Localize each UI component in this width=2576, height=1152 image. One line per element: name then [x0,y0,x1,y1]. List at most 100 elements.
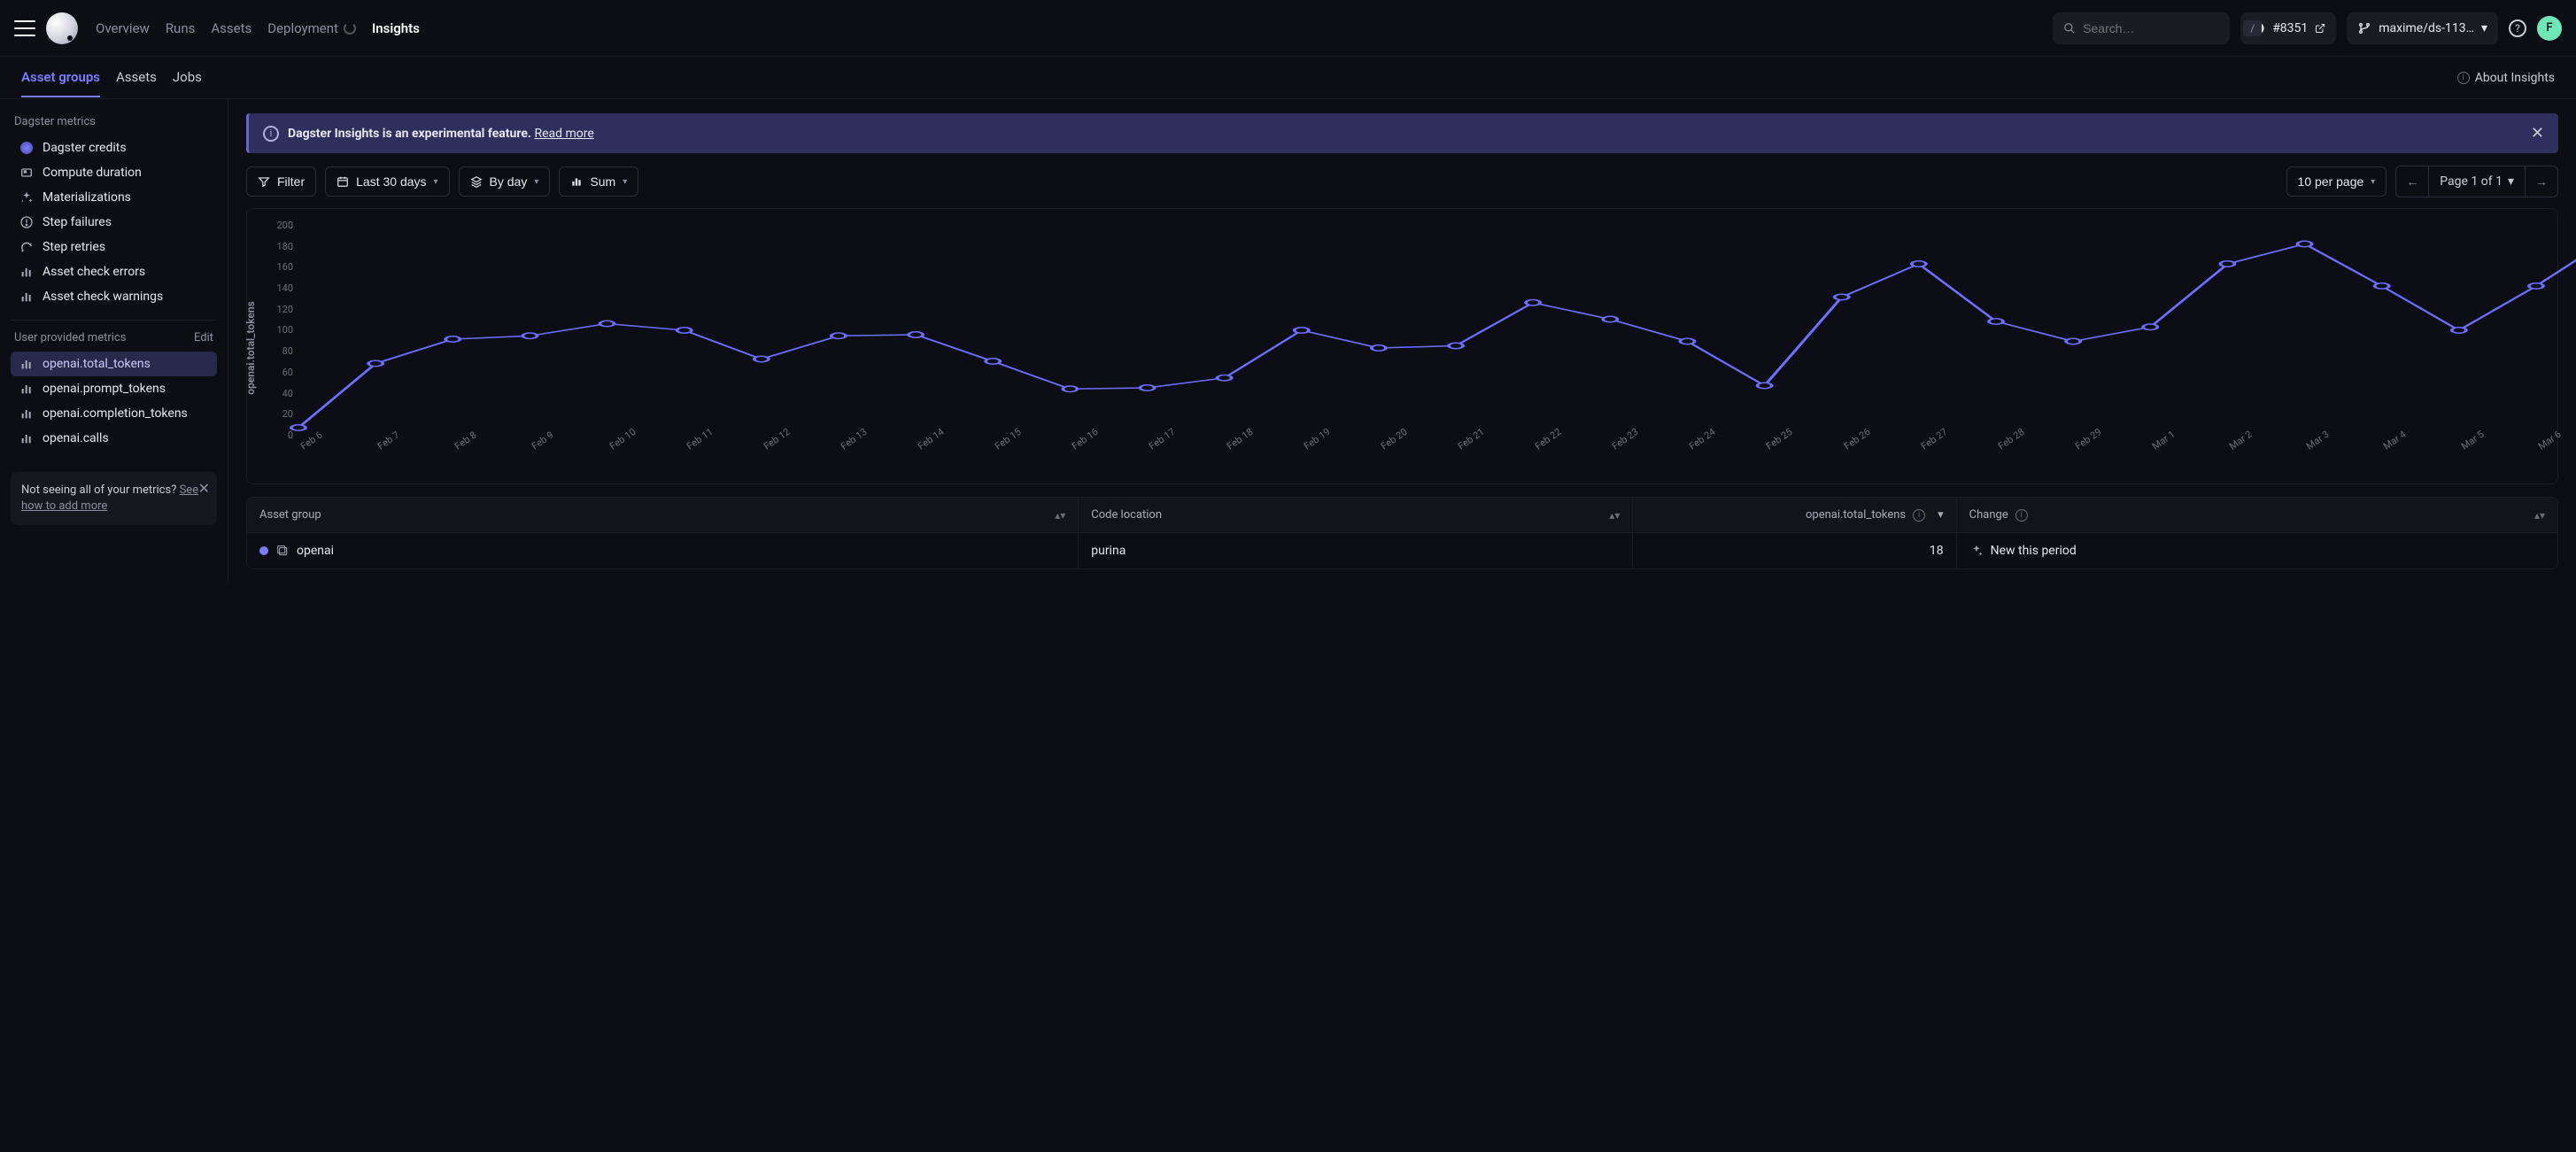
change-value: New this period [1991,544,2077,558]
sidebar-item-openai-completion_tokens[interactable]: openai.completion_tokens [11,401,217,426]
nav-links: Overview Runs Assets Deployment Insights [96,20,420,36]
color-dot [259,546,268,555]
bars-icon [19,382,34,396]
code-location-name: purina [1091,544,1126,558]
metric-value: 18 [1930,544,1944,558]
chevron-down-icon: ▾ [2371,177,2375,187]
sidebar-heading-dagster: Dagster metrics [14,115,213,128]
subtabs: Asset groups Assets Jobs [21,58,202,97]
sidebar-item-dagster-credits[interactable]: Dagster credits [11,135,217,160]
credits-icon [19,141,34,155]
nav-overview[interactable]: Overview [96,20,150,36]
sidebar-item-label: Asset check warnings [43,290,163,304]
error-icon [19,215,34,229]
branch-pill[interactable]: maxime/ds-113… ▾ [2347,12,2498,44]
th-change[interactable]: Change i ▴▾ [1957,498,2557,532]
nav-deployment-label: Deployment [267,20,338,36]
tab-jobs[interactable]: Jobs [173,58,202,97]
toolbar: Filter Last 30 days ▾ By day ▾ Sum ▾ 10 … [246,166,2558,197]
date-range-button[interactable]: Last 30 days ▾ [325,166,449,197]
sidebar-item-step-retries[interactable]: Step retries [11,235,217,259]
menu-icon[interactable] [14,18,35,39]
info-icon: i [263,126,279,142]
nav-runs[interactable]: Runs [166,20,196,36]
sidebar-item-label: Materializations [43,190,131,205]
stack-icon [470,175,483,188]
tab-asset-groups[interactable]: Asset groups [21,58,100,97]
info-icon: i [1913,509,1925,522]
close-icon[interactable]: ✕ [2531,124,2544,143]
content: i Dagster Insights is an experimental fe… [228,99,2576,584]
avatar[interactable]: F [2537,16,2562,41]
filter-icon [258,175,270,188]
sidebar-item-compute-duration[interactable]: Compute duration [11,160,217,185]
edit-metrics-link[interactable]: Edit [194,331,213,344]
filter-button[interactable]: Filter [246,166,316,197]
sidebar-item-label: Compute duration [43,166,142,180]
chart-card: openai.total_tokens 20018016014012010080… [246,208,2558,484]
external-link-icon [2315,23,2325,34]
sidebar-item-step-failures[interactable]: Step failures [11,210,217,235]
chevron-down-icon: ▾ [534,177,538,187]
pager-next-button[interactable]: → [2526,166,2557,197]
aggregation-label: Sum [590,174,615,189]
help-icon[interactable]: ? [2509,19,2526,37]
sidebar-item-asset-check-warnings[interactable]: Asset check warnings [11,284,217,309]
sidebar-divider [11,320,217,321]
clock-icon [19,166,34,180]
pager-prev-button[interactable]: ← [2396,166,2428,197]
search-input[interactable] [2083,21,2243,35]
chart-plot[interactable] [298,220,2536,441]
th-code-location[interactable]: Code location ▴▾ [1079,498,1633,532]
sidebar-item-materializations[interactable]: Materializations [11,185,217,210]
granularity-button[interactable]: By day ▾ [459,166,551,197]
sidebar-item-openai-total_tokens[interactable]: openai.total_tokens [11,352,217,376]
sidebar: Dagster metrics Dagster credits Compute d… [0,99,228,584]
sidebar-item-label: openai.total_tokens [43,357,151,371]
asset-group-name: openai [297,544,334,558]
granularity-label: By day [490,174,528,189]
per-page-button[interactable]: 10 per page ▾ [2286,166,2387,197]
github-pr-label: #8351 [2272,21,2308,35]
th-asset-group[interactable]: Asset group ▴▾ [247,498,1079,532]
chevron-down-icon: ▾ [623,177,627,187]
chevron-down-icon: ▾ [434,177,438,187]
experimental-banner: i Dagster Insights is an experimental fe… [246,113,2558,153]
sidebar-item-openai-prompt_tokens[interactable]: openai.prompt_tokens [11,376,217,401]
sidebar-item-label: openai.calls [43,431,109,445]
nav-insights[interactable]: Insights [372,20,420,36]
sidebar-item-openai-calls[interactable]: openai.calls [11,426,217,451]
info-icon: i [2457,72,2470,84]
dagster-logo[interactable] [46,12,78,44]
aggregation-button[interactable]: Sum ▾ [559,166,638,197]
nav-deployment[interactable]: Deployment [267,20,356,36]
sidebar-item-label: openai.completion_tokens [43,406,188,421]
table-row[interactable]: openai purina 18 New this period [247,533,2557,568]
banner-read-more-link[interactable]: Read more [534,127,593,141]
y-ticks: 200180160140120100806040200 [265,220,293,441]
pager-label[interactable]: Page 1 of 1 ▾ [2428,166,2526,197]
tip-text: Not seeing all of your metrics? [21,483,180,497]
x-ticks: Feb 6Feb 7Feb 8Feb 9Feb 10Feb 11Feb 12Fe… [298,443,2536,476]
per-page-label: 10 per page [2298,174,2364,189]
bars-icon [19,406,34,421]
branch-label: maxime/ds-113… [2379,21,2474,35]
th-metric[interactable]: openai.total_tokens i ▾ [1633,498,1956,532]
close-icon[interactable]: ✕ [198,479,210,499]
sidebar-item-label: openai.prompt_tokens [43,382,166,396]
subtabs-row: Asset groups Assets Jobs i About Insight… [0,57,2576,99]
tab-assets[interactable]: Assets [116,58,157,97]
nav-assets[interactable]: Assets [211,20,251,36]
bars-icon [19,265,34,279]
about-insights-link[interactable]: i About Insights [2457,71,2555,85]
sidebar-item-asset-check-errors[interactable]: Asset check errors [11,259,217,284]
search-kbd: / [2243,20,2262,36]
retry-icon [19,240,34,254]
metrics-tip-card: ✕ Not seeing all of your metrics? See ho… [11,472,217,525]
th-metric-label: openai.total_tokens [1806,508,1906,522]
sort-icon: ▴▾ [1609,513,1620,518]
search-box[interactable]: / [2053,12,2230,44]
info-icon: i [2015,509,2028,522]
bars-icon [19,431,34,445]
chevron-down-icon: ▾ [2508,174,2514,189]
